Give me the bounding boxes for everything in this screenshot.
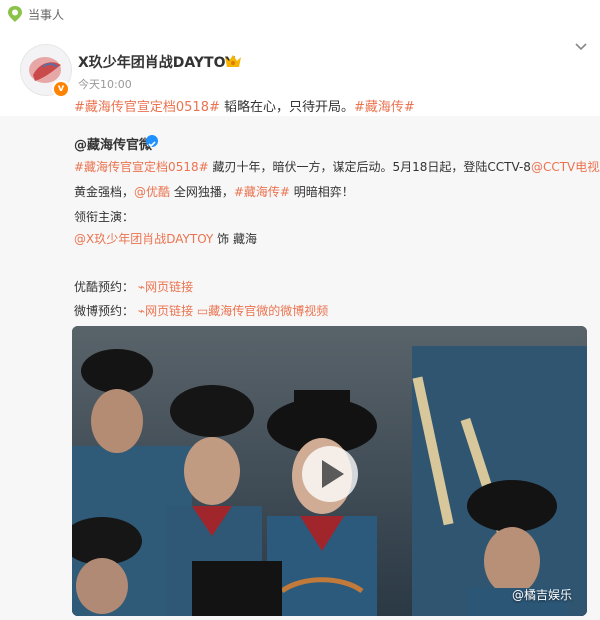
video-icon: ▭	[196, 304, 209, 318]
repost-line-6: 微博预约： ⌁网页链接 ▭藏海传官微的微博视频	[74, 304, 329, 318]
post-tag-2[interactable]: #藏海传#	[354, 100, 415, 115]
repost-tag-2[interactable]: #藏海传#	[234, 185, 290, 199]
mention-youku[interactable]: @优酷	[134, 185, 170, 199]
verified-icon	[146, 135, 158, 148]
chevron-down-icon[interactable]	[574, 42, 588, 52]
play-icon[interactable]	[302, 446, 358, 502]
topbar-label: 当事人	[28, 8, 65, 22]
weibo-video-link[interactable]: 藏海传官微的微博视频	[208, 304, 328, 318]
post-body: 韬略在心，只待开局。	[219, 100, 355, 115]
weibo-web-link[interactable]: 网页链接	[145, 304, 193, 318]
repost-line-1: #藏海传官宣定档0518# 藏刃十年，暗伏一方，谋定后动。5月18日起，登陆CC…	[74, 158, 600, 175]
repost-author[interactable]: @藏海传官微	[74, 134, 152, 153]
watermark: @橘吉娱乐	[512, 588, 573, 602]
post-text: #藏海传官宣定档0518# 韬略在心，只待开局。#藏海传#	[74, 96, 415, 115]
verified-icon: v	[52, 80, 70, 98]
mention-cctv[interactable]: @CCTV电视剧	[531, 160, 600, 174]
post-tag-1[interactable]: #藏海传官宣定档0518#	[74, 100, 220, 115]
repost-line-5: 优酷预约： ⌁网页链接	[74, 280, 194, 294]
pin-icon	[8, 6, 22, 22]
repost-line-2: 黄金强档，@优酷 全网独播，#藏海传# 明暗相弈！	[74, 185, 354, 199]
post-time: 今天10:00	[78, 78, 132, 91]
post-author[interactable]: X玖少年团肖战DAYTOY	[78, 52, 235, 72]
crown-icon	[225, 55, 241, 67]
youku-web-link[interactable]: 网页链接	[145, 280, 193, 294]
link-icon: ⌁	[137, 280, 146, 294]
top-bar: 当事人	[0, 0, 600, 28]
mention-star[interactable]: @X玖少年团肖战DAYTOY	[74, 232, 213, 246]
repost-tag[interactable]: #藏海传官宣定档0518#	[74, 160, 209, 174]
repost-line-3: 领衔主演：	[74, 210, 135, 224]
repost-line-4: @X玖少年团肖战DAYTOY 饰 藏海	[74, 232, 257, 246]
link-icon: ⌁	[137, 304, 146, 318]
